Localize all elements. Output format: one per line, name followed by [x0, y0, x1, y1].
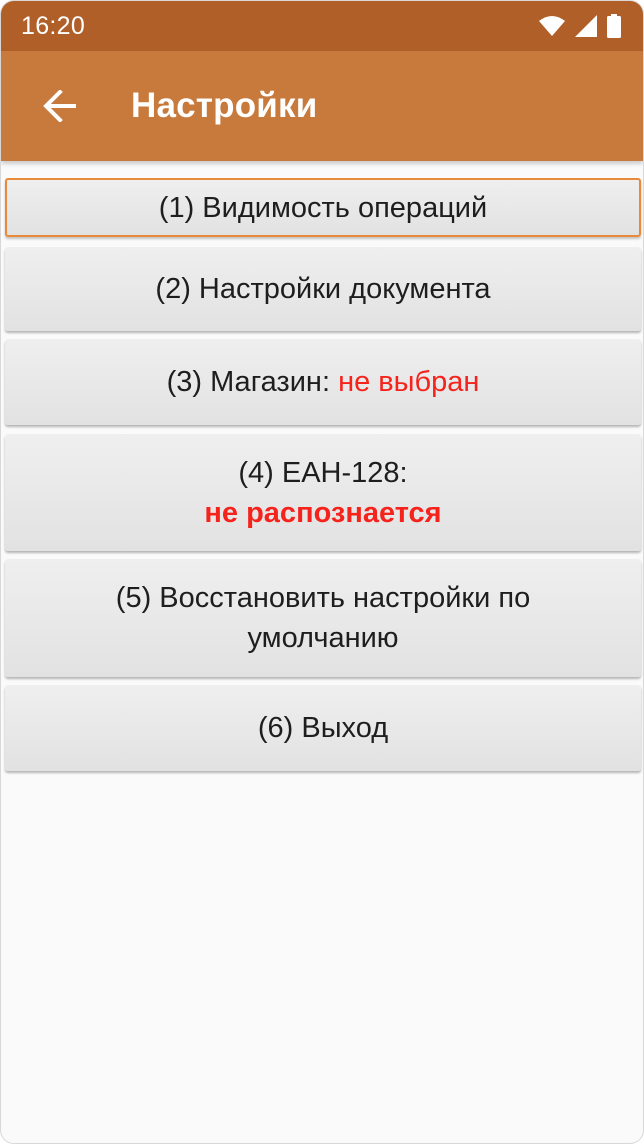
status-time: 16:20	[21, 11, 86, 40]
store-value: не выбран	[338, 366, 480, 398]
restore-defaults-line2: умолчанию	[247, 622, 399, 654]
wifi-icon	[539, 16, 565, 36]
restore-defaults-button[interactable]: (5) Восстановить настройки по умолчанию	[5, 559, 641, 677]
store-button[interactable]: (3) Магазин: не выбран	[5, 339, 641, 425]
restore-defaults-line1: (5) Восстановить настройки по	[115, 582, 531, 614]
store-label: (3) Магазин:	[166, 366, 339, 398]
menu-item-label: (1) Видимость операций	[158, 191, 488, 224]
status-bar: 16:20	[1, 1, 643, 51]
app-bar: Настройки	[1, 51, 643, 161]
settings-menu: (1) Видимость операций (2) Настройки док…	[1, 161, 643, 771]
cell-signal-icon	[575, 15, 597, 37]
ean128-button[interactable]: (4) ЕАН-128: не распознается	[5, 434, 641, 551]
battery-icon	[607, 14, 621, 38]
arrow-left-icon	[43, 90, 76, 122]
ean128-label: (4) ЕАН-128:	[238, 456, 408, 489]
ean128-status: не распознается	[204, 496, 442, 529]
menu-item-label: (2) Настройки документа	[155, 273, 491, 305]
document-settings-button[interactable]: (2) Настройки документа	[5, 247, 641, 331]
store-line: (3) Магазин: не выбран	[167, 362, 480, 402]
status-icons	[539, 14, 621, 38]
menu-item-label: (6) Выход	[257, 712, 389, 744]
page-title: Настройки	[131, 86, 318, 125]
phone-screen: 16:20 Настройки (1) Видимость операций (…	[0, 0, 644, 1144]
exit-button[interactable]: (6) Выход	[5, 685, 641, 771]
back-button[interactable]	[33, 79, 87, 133]
visibility-operations-button[interactable]: (1) Видимость операций	[5, 178, 641, 237]
